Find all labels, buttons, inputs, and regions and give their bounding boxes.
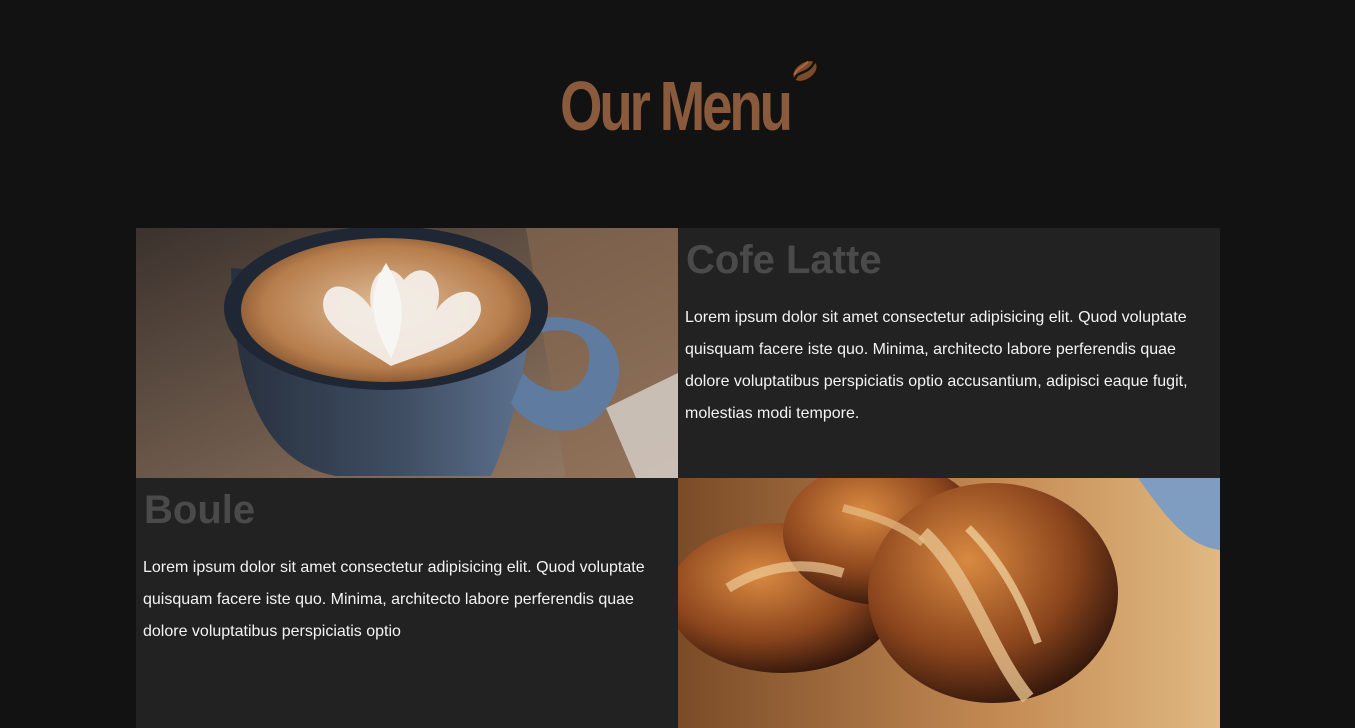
boule-bread-image [678,478,1220,728]
menu-item-description: Lorem ipsum dolor sit amet consectetur a… [143,559,645,640]
menu-title-wrap: Our Menu [560,58,830,148]
menu-item-name: Boule [144,488,256,532]
coffee-latte-image [136,228,678,478]
menu-item-name: Cofe Latte [686,238,882,282]
menu-item-text-cofe-latte: Cofe Latte Lorem ipsum dolor sit amet co… [678,228,1220,478]
menu-item-text-boule: Boule Lorem ipsum dolor sit amet consect… [136,478,678,728]
menu-grid: Cofe Latte Lorem ipsum dolor sit amet co… [136,228,1220,728]
coffee-bean-icon [788,54,822,88]
page-title: Our Menu [560,67,793,145]
menu-item-description: Lorem ipsum dolor sit amet consectetur a… [685,309,1188,422]
menu-header: Our Menu [0,0,1355,228]
